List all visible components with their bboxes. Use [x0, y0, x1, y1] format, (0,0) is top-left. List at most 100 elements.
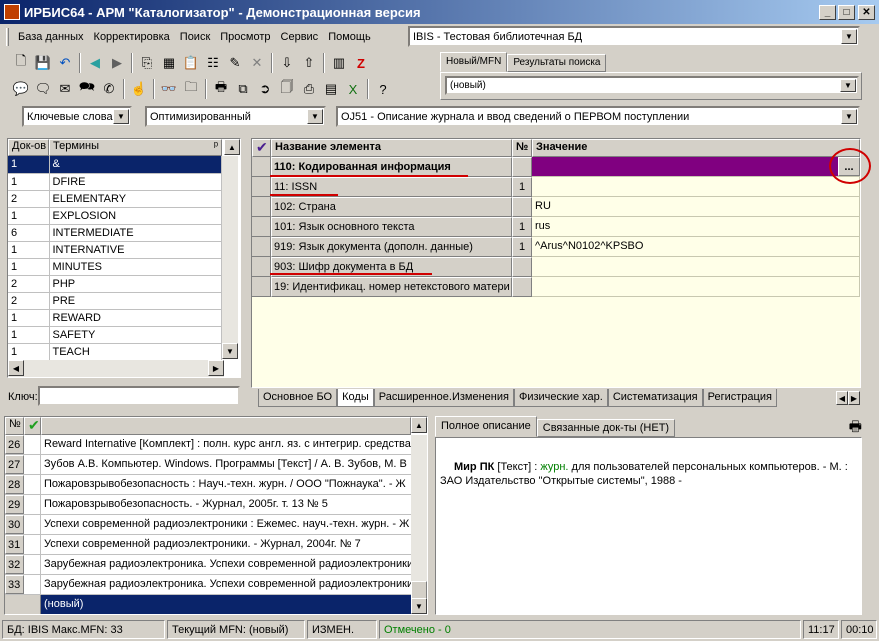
element-value[interactable] — [532, 257, 860, 277]
menu-service[interactable]: Сервис — [276, 26, 324, 48]
mode-select[interactable]: Оптимизированный ▼ — [145, 106, 326, 127]
save-icon[interactable]: 💾 — [32, 52, 54, 74]
record-mark[interactable] — [24, 555, 41, 574]
index-select[interactable]: Ключевые слова ▼ — [22, 106, 132, 127]
paste-icon[interactable]: 📋 — [180, 52, 202, 74]
export-icon[interactable]: ⇧ — [298, 52, 320, 74]
edit-icon[interactable]: ✎ — [224, 52, 246, 74]
record-mark[interactable] — [24, 575, 41, 594]
document-arrow-icon[interactable]: ➲ — [254, 78, 276, 100]
tab-full-description[interactable]: Полное описание — [435, 416, 537, 437]
worksheet-row[interactable]: 11: ISSN 1 — [252, 177, 860, 197]
term-row[interactable]: 1 EXPLOSION — [8, 207, 222, 225]
minimize-button[interactable]: _ — [819, 4, 836, 20]
delete-icon[interactable]: ✕ — [246, 52, 268, 74]
worksheet-row[interactable]: 919: Язык документа (дополн. данные) 1 ^Ar… — [252, 237, 860, 257]
scroll-up-icon[interactable]: ▲ — [224, 139, 240, 155]
record-row[interactable]: 30 Успехи современной радиоэлектроники : … — [5, 515, 411, 535]
worksheet-row[interactable]: 101: Язык основного текста 1 rus — [252, 217, 860, 237]
grid-icon[interactable]: ▤ — [320, 78, 342, 100]
element-value[interactable] — [532, 177, 860, 197]
maximize-button[interactable]: □ — [838, 4, 855, 20]
records-header-title[interactable] — [41, 417, 411, 435]
record-mark[interactable] — [24, 535, 41, 554]
term-row[interactable]: 6 INTERMEDIATE — [8, 224, 222, 242]
ws-header-name[interactable]: Название элемента — [271, 139, 512, 157]
terms-header-count[interactable]: Док-ов — [8, 139, 49, 156]
record-row[interactable]: 26 Reward Internative [Комплект] : полн. … — [5, 435, 411, 455]
term-row[interactable]: 1 DFIRE — [8, 173, 222, 191]
term-row[interactable]: 1 INTERNATIVE — [8, 241, 222, 259]
worksheet-select[interactable]: OJ51 - Описание журнала и ввод сведений … — [336, 106, 860, 127]
record-select[interactable]: (новый) ▼ — [445, 76, 859, 95]
chevron-down-icon[interactable]: ▼ — [113, 109, 129, 124]
record-mark[interactable] — [24, 435, 41, 454]
menu-view[interactable]: Просмотр — [215, 26, 275, 48]
scroll-thumb[interactable] — [411, 581, 427, 599]
tab-extended[interactable]: Расширенное.Изменения — [373, 389, 514, 407]
scroll-left-icon[interactable]: ◀ — [8, 360, 24, 376]
tree-icon[interactable]: ☷ — [202, 52, 224, 74]
record-row[interactable]: 27 Зубов А.В. Компьютер. Windows. Програм… — [5, 455, 411, 475]
element-value[interactable] — [532, 277, 860, 297]
chevron-down-icon[interactable]: ▼ — [307, 109, 323, 124]
new-document-icon[interactable]: 🗋 — [10, 52, 32, 74]
term-row[interactable]: 1 SAFETY — [8, 326, 222, 344]
documents-icon[interactable]: 🗍 — [276, 78, 298, 100]
database-select[interactable]: IBIS - Тестовая библиотечная БД ▼ — [408, 26, 860, 47]
checkmark-icon[interactable]: ✔ — [24, 417, 41, 435]
z3950-icon[interactable]: Z — [350, 52, 372, 74]
folder-icon[interactable]: 🗀 — [180, 78, 202, 100]
record-row[interactable]: 28 Пожаровзрывобезопасность : Науч.-техн.… — [5, 475, 411, 495]
copy-record-icon[interactable]: ⎘ — [136, 52, 158, 74]
record-mark[interactable] — [24, 455, 41, 474]
chevron-down-icon[interactable]: ▼ — [841, 29, 857, 44]
tab-search-results[interactable]: Результаты поиска — [507, 54, 607, 72]
printer-icon[interactable]: 🖶 — [849, 416, 862, 437]
worksheet-row[interactable]: 102: Страна RU — [252, 197, 860, 217]
print-icon[interactable]: 🖶 — [210, 78, 232, 100]
element-value[interactable] — [532, 157, 860, 177]
help-icon[interactable]: ? — [372, 78, 394, 100]
chat-icon[interactable]: 🗪 — [76, 78, 98, 100]
record-mark[interactable] — [24, 495, 41, 514]
scroll-down-icon[interactable]: ▼ — [222, 343, 238, 359]
record-row[interactable]: 33 Зарубежная радиоэлектроника. Успехи со… — [5, 575, 411, 595]
export-doc-icon[interactable]: ⎙ — [298, 78, 320, 100]
records-scrollbar[interactable]: ▼ — [411, 435, 427, 614]
record-row[interactable]: 32 Зарубежная радиоэлектроника. Успехи со… — [5, 555, 411, 575]
tab-main-bo[interactable]: Основное БО — [258, 389, 338, 407]
comment-icon[interactable]: 💬 — [10, 78, 32, 100]
record-mark[interactable] — [24, 515, 41, 534]
scroll-right-icon[interactable]: ▶ — [208, 360, 224, 376]
barcode-icon[interactable]: ▥ — [328, 52, 350, 74]
term-row[interactable]: 1 TEACH — [8, 343, 222, 361]
menu-database[interactable]: База данных — [13, 26, 89, 48]
record-row[interactable]: 29 Пожаровзрывобезопасность. - Журнал, 20… — [5, 495, 411, 515]
excel-icon[interactable]: X — [342, 78, 364, 100]
scroll-down-icon[interactable]: ▼ — [411, 598, 427, 614]
tab-registration[interactable]: Регистрация — [702, 389, 777, 407]
element-value[interactable]: rus — [532, 217, 860, 237]
scroll-up-icon[interactable]: ▲ — [411, 417, 427, 433]
back-arrow-icon[interactable]: ◀ — [84, 52, 106, 74]
tab-codes[interactable]: Коды — [337, 389, 374, 407]
record-row[interactable]: 31 Успехи современной радиоэлектроники. -… — [5, 535, 411, 555]
chevron-down-icon[interactable]: ▼ — [840, 79, 856, 92]
menu-help[interactable]: Помощь — [323, 26, 376, 48]
records-header-num[interactable]: № — [5, 417, 24, 435]
record-row-new[interactable]: (новый) — [5, 595, 411, 614]
term-row[interactable]: 1 MINUTES — [8, 258, 222, 276]
pin-icon[interactable]: ᵖ — [214, 140, 218, 152]
scroll-right-icon[interactable]: ▶ — [848, 391, 860, 405]
table-icon[interactable]: ▦ — [158, 52, 180, 74]
tab-linked-docs[interactable]: Связанные док-ты (НЕТ) — [536, 419, 676, 437]
term-row[interactable]: 1 & — [8, 156, 222, 174]
message-icon[interactable]: ✆ — [98, 78, 120, 100]
record-mark[interactable] — [24, 475, 41, 494]
mail-icon[interactable]: ✉ — [54, 78, 76, 100]
key-input[interactable] — [38, 386, 240, 406]
element-value[interactable]: RU — [532, 197, 860, 217]
scroll-left-icon[interactable]: ◀ — [836, 391, 848, 405]
import-icon[interactable]: ⇩ — [276, 52, 298, 74]
